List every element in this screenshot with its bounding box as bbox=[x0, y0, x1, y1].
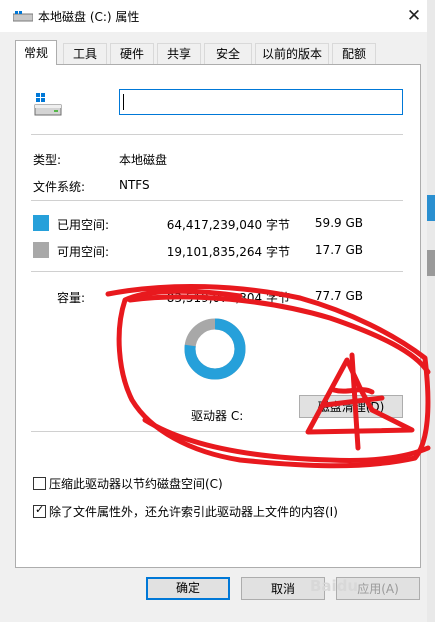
text-cursor bbox=[123, 94, 124, 110]
general-panel: 类型: 本地磁盘 文件系统: NTFS 已用空间: 64,417,239,040… bbox=[15, 64, 421, 568]
type-value: 本地磁盘 bbox=[119, 153, 168, 167]
window-title: 本地磁盘 (C:) 属性 bbox=[38, 10, 140, 24]
divider bbox=[31, 431, 403, 432]
ok-button[interactable]: 确定 bbox=[146, 577, 230, 600]
tab-previous-versions[interactable]: 以前的版本 bbox=[255, 43, 329, 64]
background-window-edge bbox=[427, 0, 435, 622]
tab-hardware[interactable]: 硬件 bbox=[110, 43, 154, 64]
drive-icon bbox=[34, 93, 62, 116]
used-space-bytes: 64,417,239,040 字节 bbox=[166, 218, 290, 232]
baidu-watermark: Baidu bbox=[310, 577, 359, 595]
divider bbox=[31, 134, 403, 135]
free-space-bytes: 19,101,835,264 字节 bbox=[166, 245, 290, 259]
tab-tools[interactable]: 工具 bbox=[63, 43, 107, 64]
free-space-label: 可用空间: bbox=[57, 245, 110, 259]
disk-cleanup-button[interactable]: 磁盘清理(D) bbox=[299, 395, 403, 418]
checkmark-icon: ✓ bbox=[35, 503, 45, 516]
drive-letter-label: 驱动器 C: bbox=[191, 409, 244, 423]
title-bar: 本地磁盘 (C:) 属性 ✕ bbox=[0, 0, 435, 32]
tab-quota[interactable]: 配额 bbox=[332, 43, 376, 64]
capacity-gb: 77.7 GB bbox=[314, 289, 363, 303]
compress-checkbox[interactable] bbox=[33, 477, 46, 490]
index-option-label[interactable]: 除了文件属性外，还允许索引此驱动器上文件的内容(I) bbox=[49, 503, 338, 520]
used-space-label: 已用空间: bbox=[57, 218, 110, 232]
usage-donut-chart bbox=[184, 318, 246, 380]
index-checkbox[interactable]: ✓ bbox=[33, 503, 46, 518]
capacity-bytes: 83,519,074,304 字节 bbox=[166, 291, 290, 305]
type-label: 类型: bbox=[33, 153, 62, 167]
filesystem-label: 文件系统: bbox=[33, 180, 86, 194]
used-space-swatch bbox=[33, 215, 49, 231]
free-space-swatch bbox=[33, 242, 49, 258]
drive-icon bbox=[13, 11, 33, 22]
tab-sharing[interactable]: 共享 bbox=[157, 43, 201, 64]
compress-option-label[interactable]: 压缩此驱动器以节约磁盘空间(C) bbox=[49, 475, 223, 492]
close-button[interactable]: ✕ bbox=[401, 4, 427, 28]
capacity-label: 容量: bbox=[57, 291, 86, 305]
tab-security[interactable]: 安全 bbox=[204, 43, 252, 64]
filesystem-value: NTFS bbox=[119, 178, 150, 192]
free-space-gb: 17.7 GB bbox=[314, 243, 363, 257]
drive-name-input[interactable] bbox=[119, 89, 403, 115]
divider bbox=[31, 271, 403, 272]
tab-general[interactable]: 常规 bbox=[15, 40, 57, 65]
used-space-gb: 59.9 GB bbox=[314, 216, 363, 230]
divider bbox=[31, 200, 403, 201]
